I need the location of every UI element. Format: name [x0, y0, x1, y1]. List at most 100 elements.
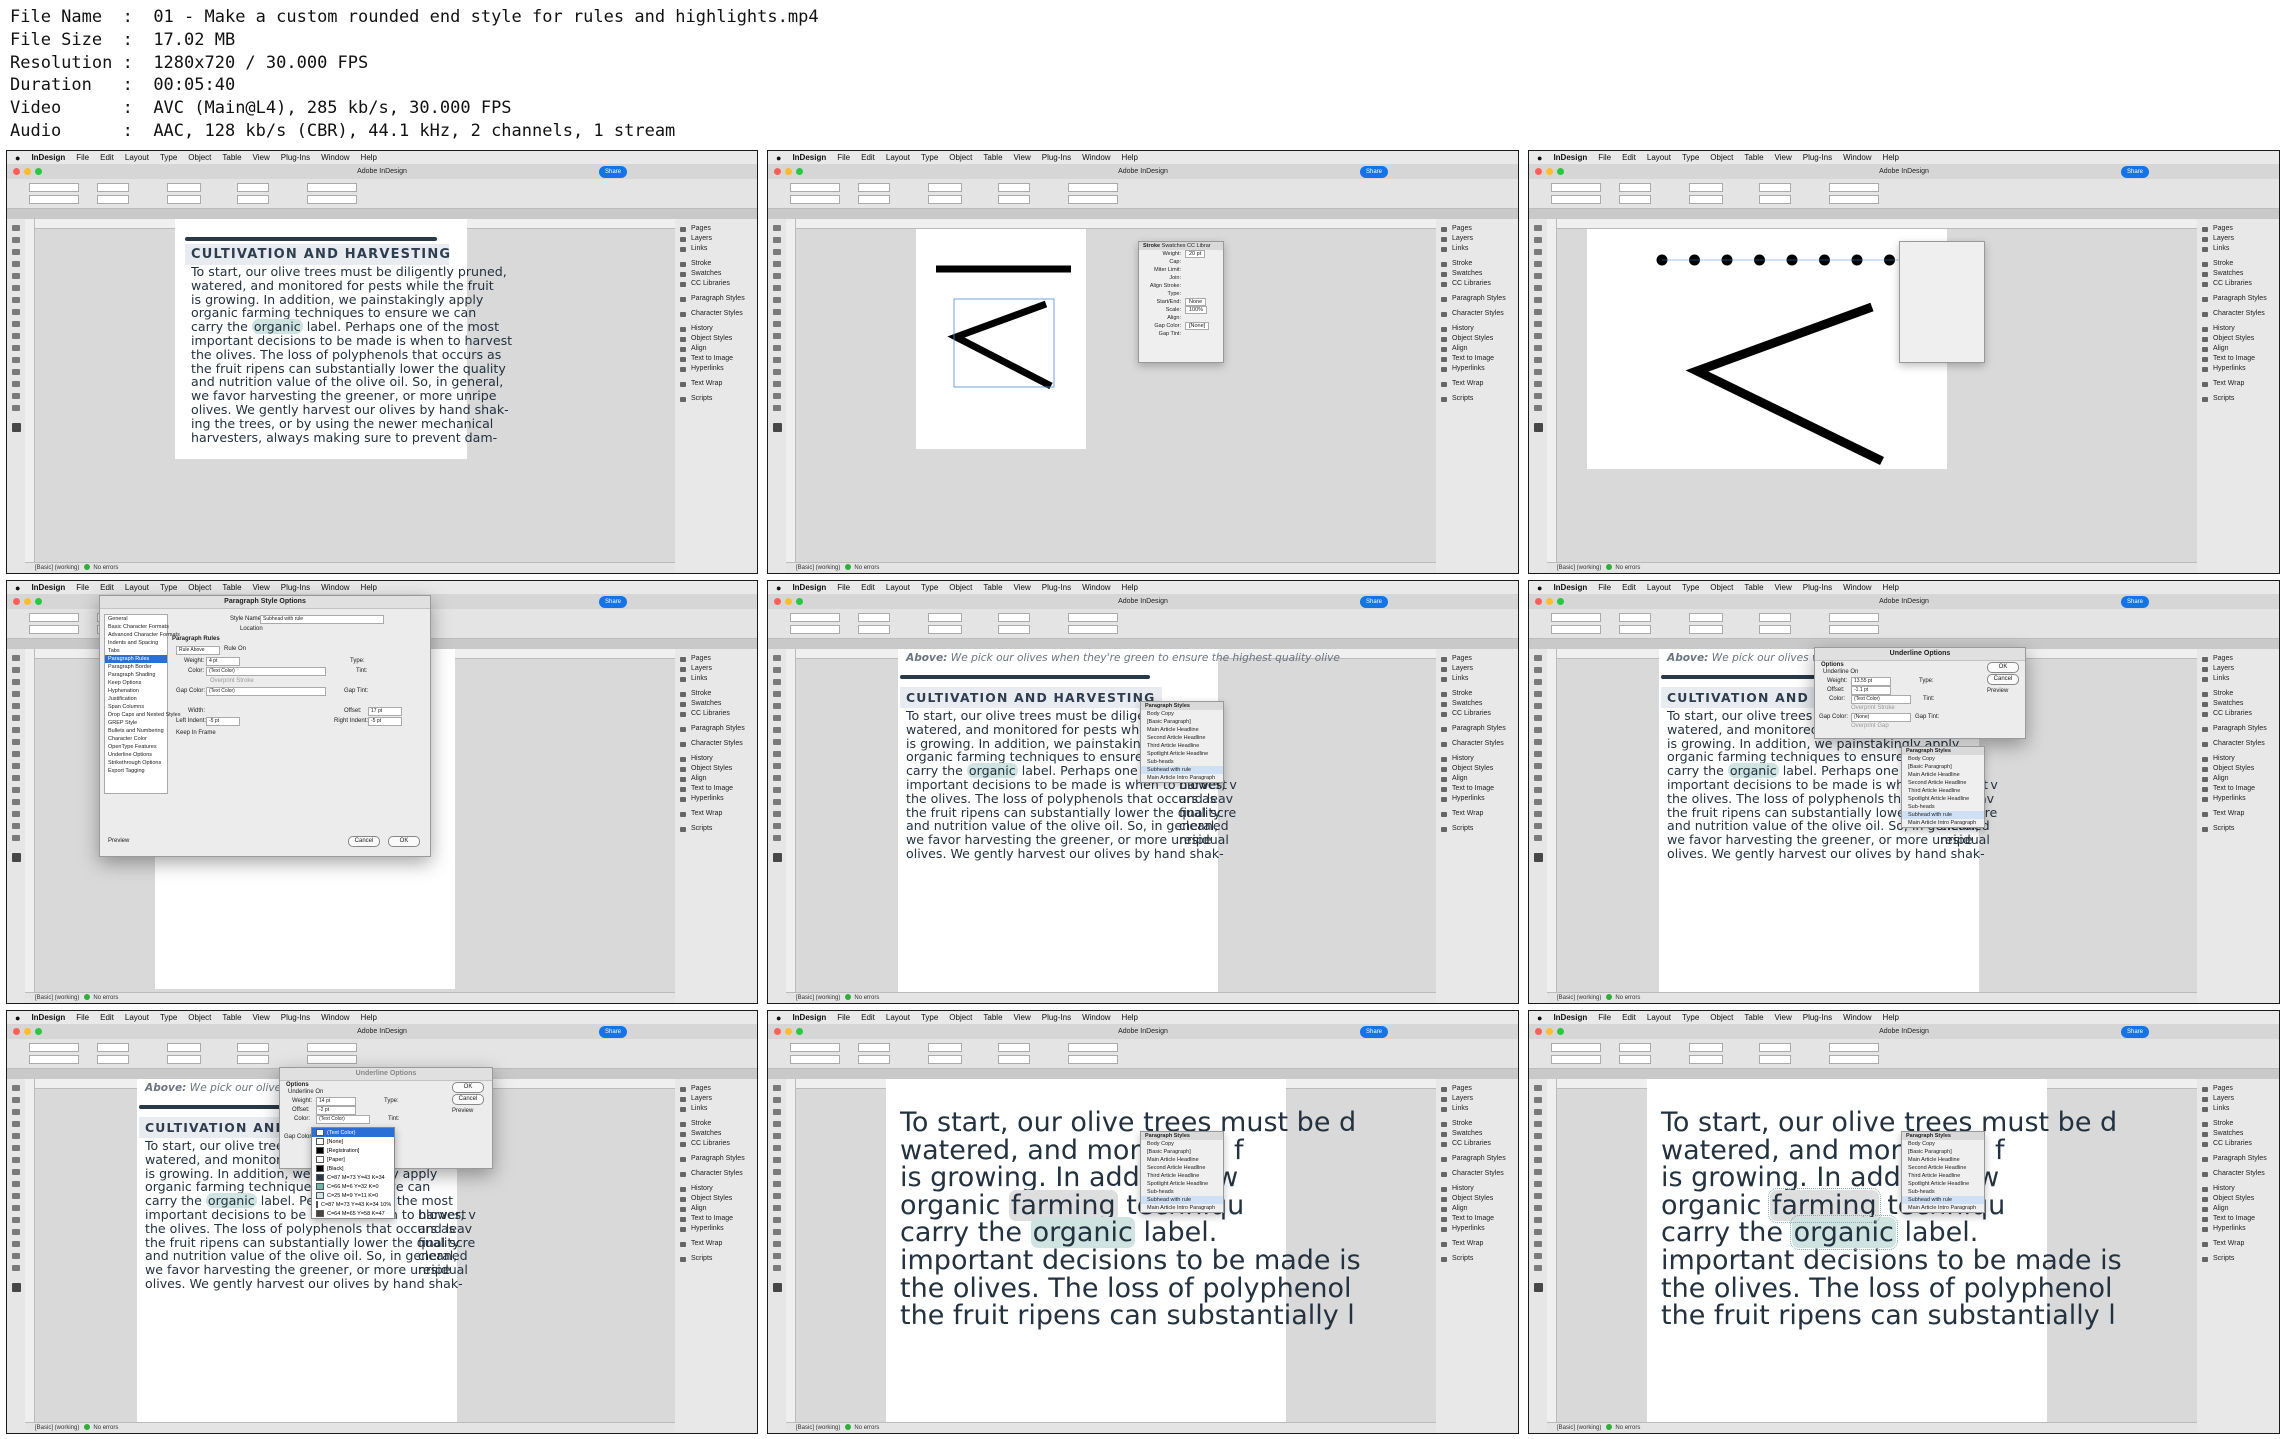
- hyperlinks-panel-tab[interactable]: Hyperlinks: [2197, 794, 2279, 804]
- menu-view[interactable]: View: [253, 153, 270, 162]
- close-window-icon[interactable]: [13, 598, 20, 605]
- selection-tool-icon[interactable]: [12, 655, 20, 661]
- rectangle-tool-icon[interactable]: [1534, 321, 1542, 327]
- baseline-shift-field[interactable]: [998, 195, 1030, 204]
- zoomed-artwork[interactable]: [1587, 229, 1947, 469]
- menu-file[interactable]: File: [1598, 153, 1611, 162]
- tracking-field[interactable]: [928, 195, 962, 204]
- leading-field[interactable]: [97, 1055, 129, 1064]
- rectangle-frame-tool-icon[interactable]: [1534, 739, 1542, 745]
- zoom-tool-icon[interactable]: [773, 1265, 781, 1271]
- menu-window[interactable]: Window: [321, 1013, 349, 1022]
- menu-help[interactable]: Help: [1883, 153, 1899, 162]
- history-panel-tab[interactable]: History: [2197, 754, 2279, 764]
- zoom-window-icon[interactable]: [1557, 1028, 1564, 1035]
- paragraph-style-item[interactable]: Body Copy: [1141, 710, 1223, 718]
- pen-tool-icon[interactable]: [12, 285, 20, 291]
- character-style-field[interactable]: [1829, 613, 1879, 622]
- apple-menu-icon[interactable]: ●: [15, 583, 20, 593]
- paragraph-style-item[interactable]: Sub-heads: [1141, 758, 1223, 766]
- tab-stroke[interactable]: Stroke: [1143, 243, 1160, 249]
- scissors-tool-icon[interactable]: [12, 763, 20, 769]
- menu-edit[interactable]: Edit: [1622, 153, 1636, 162]
- left-indent-field[interactable]: -5 pt: [206, 717, 240, 726]
- font-style-field[interactable]: [29, 625, 79, 634]
- free-transform-tool-icon[interactable]: [773, 775, 781, 781]
- subhead[interactable]: CULTIVATION AND HARVESTING: [900, 687, 1162, 708]
- zoom-tool-icon[interactable]: [1534, 1265, 1542, 1271]
- font-style-field[interactable]: [790, 625, 840, 634]
- category-item[interactable]: Tabs: [105, 647, 167, 655]
- category-item[interactable]: OpenType Features: [105, 743, 167, 751]
- menu-layout[interactable]: Layout: [125, 153, 149, 162]
- note-tool-icon[interactable]: [12, 1229, 20, 1235]
- vertical-ruler[interactable]: [1547, 219, 1557, 573]
- menu-object[interactable]: Object: [188, 153, 211, 162]
- tracking-field[interactable]: [1689, 625, 1723, 634]
- leading-field[interactable]: [858, 195, 890, 204]
- zoom-tool-icon[interactable]: [1534, 835, 1542, 841]
- app-menu[interactable]: InDesign: [1553, 1013, 1587, 1022]
- gradient-tool-icon[interactable]: [773, 1217, 781, 1223]
- paragraph-style-item[interactable]: Body Copy: [1141, 1140, 1223, 1148]
- font-family-field[interactable]: [1551, 183, 1601, 192]
- share-button[interactable]: Share: [598, 596, 627, 608]
- share-button[interactable]: Share: [1359, 1026, 1388, 1038]
- note-tool-icon[interactable]: [773, 799, 781, 805]
- fill-stroke-icon[interactable]: [1534, 1283, 1543, 1292]
- menu-view[interactable]: View: [1014, 1013, 1031, 1022]
- layers-panel-tab[interactable]: Layers: [2197, 664, 2279, 674]
- menu-table[interactable]: Table: [983, 1013, 1002, 1022]
- stroke-panel-tab[interactable]: Stroke: [2197, 259, 2279, 269]
- menu-window[interactable]: Window: [321, 153, 349, 162]
- apple-menu-icon[interactable]: ●: [776, 153, 781, 163]
- direct-selection-tool-icon[interactable]: [773, 1097, 781, 1103]
- paragraph-styles-panel-tab[interactable]: Paragraph Styles: [675, 1154, 757, 1164]
- pages-panel-tab[interactable]: Pages: [1436, 654, 1518, 664]
- character-style-field[interactable]: [307, 183, 357, 192]
- pencil-tool-icon[interactable]: [773, 727, 781, 733]
- hyperlinks-panel-tab[interactable]: Hyperlinks: [1436, 794, 1518, 804]
- scripts-panel-tab[interactable]: Scripts: [2197, 824, 2279, 834]
- category-item[interactable]: Keep Options: [105, 679, 167, 687]
- pencil-tool-icon[interactable]: [1534, 727, 1542, 733]
- menu-table[interactable]: Table: [1744, 153, 1763, 162]
- rectangle-frame-tool-icon[interactable]: [1534, 309, 1542, 315]
- scissors-tool-icon[interactable]: [773, 333, 781, 339]
- line-tool-icon[interactable]: [1534, 1133, 1542, 1139]
- menu-table[interactable]: Table: [222, 153, 241, 162]
- layers-panel-tab[interactable]: Layers: [1436, 664, 1518, 674]
- note-tool-icon[interactable]: [1534, 1229, 1542, 1235]
- text-wrap-panel-tab[interactable]: Text Wrap: [675, 809, 757, 819]
- font-size-field[interactable]: [1619, 613, 1651, 622]
- free-transform-tool-icon[interactable]: [12, 345, 20, 351]
- close-window-icon[interactable]: [774, 168, 781, 175]
- pages-panel-tab[interactable]: Pages: [2197, 224, 2279, 234]
- hyperlinks-panel-tab[interactable]: Hyperlinks: [675, 794, 757, 804]
- baseline-shift-field[interactable]: [998, 625, 1030, 634]
- menu-plugins[interactable]: Plug-Ins: [1803, 153, 1832, 162]
- menu-edit[interactable]: Edit: [100, 583, 114, 592]
- history-panel-tab[interactable]: History: [1436, 1184, 1518, 1194]
- apple-menu-icon[interactable]: ●: [776, 583, 781, 593]
- text-to-image-panel-tab[interactable]: Text to Image: [1436, 354, 1518, 364]
- organic-highlight[interactable]: organic: [205, 1193, 257, 1209]
- zoom-tool-icon[interactable]: [12, 835, 20, 841]
- zoom-tool-icon[interactable]: [12, 1265, 20, 1271]
- menu-edit[interactable]: Edit: [861, 1013, 875, 1022]
- pages-panel-tab[interactable]: Pages: [675, 654, 757, 664]
- stroke-panel-tab[interactable]: Stroke: [2197, 689, 2279, 699]
- kerning-field[interactable]: [928, 1043, 962, 1052]
- swatch-option[interactable]: C=87 M=73 Y=43 K=34 10%: [312, 1200, 394, 1209]
- document-canvas[interactable]: [786, 219, 1436, 573]
- menu-object[interactable]: Object: [1710, 153, 1733, 162]
- tracking-field[interactable]: [1689, 1055, 1723, 1064]
- menu-help[interactable]: Help: [1122, 1013, 1138, 1022]
- menu-layout[interactable]: Layout: [1647, 153, 1671, 162]
- swatches-panel-tab[interactable]: Swatches: [675, 699, 757, 709]
- hyperlinks-panel-tab[interactable]: Hyperlinks: [2197, 364, 2279, 374]
- character-styles-panel-tab[interactable]: Character Styles: [1436, 309, 1518, 319]
- horizontal-ruler[interactable]: [786, 219, 1436, 229]
- gradient-tool-icon[interactable]: [1534, 787, 1542, 793]
- gradient-tool-icon[interactable]: [1534, 1217, 1542, 1223]
